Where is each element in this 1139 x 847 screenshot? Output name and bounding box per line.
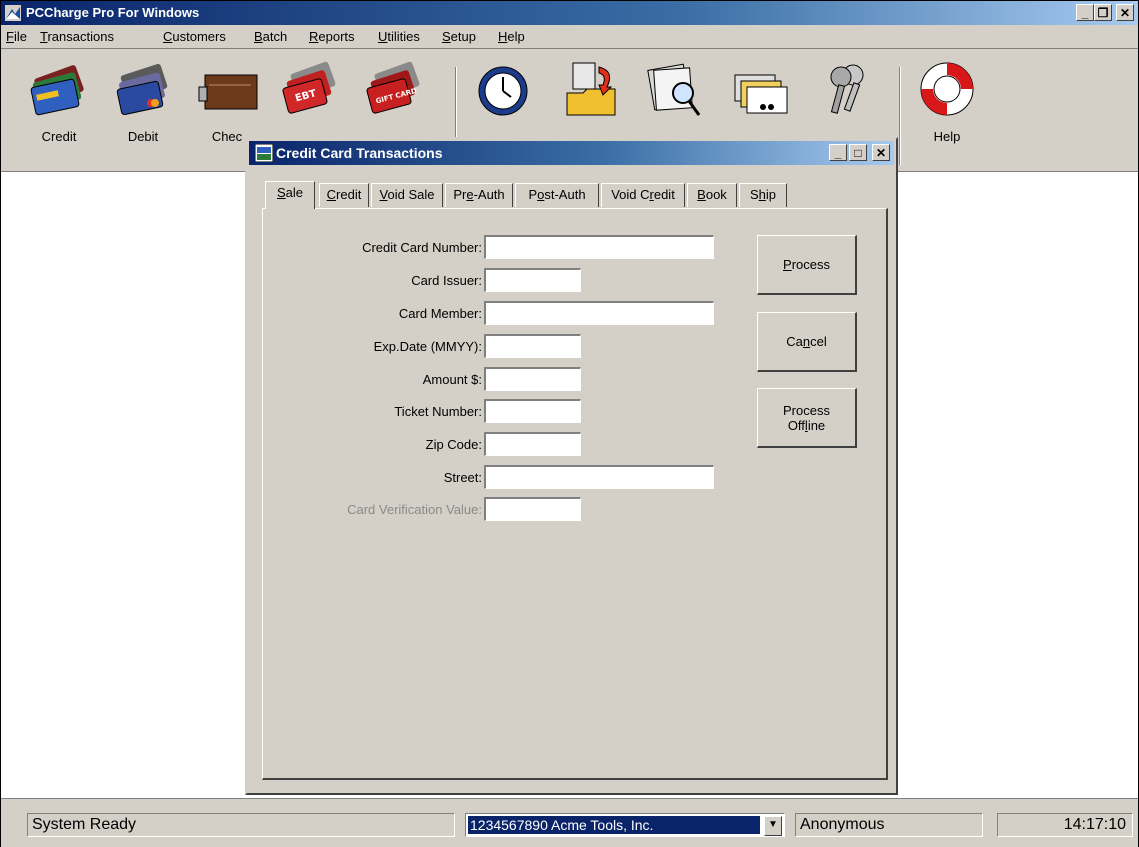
restore-button[interactable]: ❐ — [1094, 4, 1112, 21]
status-user: Anonymous — [795, 813, 983, 837]
ticket-number-label: Ticket Number: — [394, 404, 482, 419]
menu-batch[interactable]: Batch — [254, 29, 287, 44]
card-number-input[interactable] — [484, 235, 714, 259]
toolbar-debit-button[interactable]: Debit — [101, 49, 185, 149]
tab-void-sale[interactable]: Void Sale — [371, 183, 443, 207]
menu-utilities[interactable]: Utilities — [378, 29, 420, 44]
sale-tab-panel: Credit Card Number: Card Issuer: Card Me… — [262, 208, 888, 780]
cvv-label: Card Verification Value: — [347, 502, 482, 517]
lifebuoy-icon — [920, 62, 974, 116]
toolbar-help-button[interactable]: Help — [905, 49, 989, 149]
dialog-app-icon — [255, 144, 273, 162]
report-magnifier-icon — [647, 63, 701, 116]
clock-icon — [478, 66, 528, 116]
exp-date-input[interactable] — [484, 334, 581, 358]
dialog-close-button[interactable]: ✕ — [872, 144, 890, 161]
menu-reports[interactable]: Reports — [309, 29, 355, 44]
toolbar-clock-button[interactable] — [461, 49, 545, 149]
status-bar: System Ready 1234567890 Acme Tools, Inc.… — [1, 798, 1138, 847]
ticket-number-input[interactable] — [484, 399, 581, 423]
merchant-select[interactable]: 1234567890 Acme Tools, Inc. ▼ — [465, 813, 785, 837]
dialog-minimize-button[interactable]: _ — [829, 144, 847, 161]
menu-transactions[interactable]: Transactions — [40, 29, 114, 44]
card-member-label: Card Member: — [398, 306, 482, 321]
toolbar-security-button[interactable] — [801, 49, 885, 149]
amount-label: Amount $: — [422, 372, 482, 387]
credit-cards-icon — [30, 65, 84, 116]
card-files-icon — [734, 74, 788, 114]
zip-code-label: Zip Code: — [425, 437, 482, 452]
toolbar-reports-button[interactable] — [633, 49, 717, 149]
pccharge-logo-icon — [5, 5, 21, 21]
toolbar-debit-label: Debit — [127, 129, 159, 144]
close-icon: ✕ — [1119, 6, 1131, 20]
restore-icon: ❐ — [1097, 6, 1109, 20]
minimize-icon: _ — [834, 146, 842, 160]
tab-ship[interactable]: Ship — [739, 183, 787, 207]
card-member-input[interactable] — [484, 301, 714, 325]
street-label: Street: — [443, 470, 482, 485]
zip-code-input[interactable] — [484, 432, 581, 456]
menu-file[interactable]: File — [6, 29, 27, 44]
minimize-button[interactable]: _ — [1076, 4, 1094, 21]
app-title-bar[interactable]: PCCharge Pro For Windows _ ❐ ✕ — [1, 1, 1138, 25]
toolbar-customers-button[interactable] — [717, 49, 801, 149]
toolbar-ebt-button[interactable]: EBT — [269, 49, 353, 149]
dialog-title: Credit Card Transactions — [276, 145, 443, 161]
toolbar-giftcard-button[interactable]: GIFT CARD — [353, 49, 437, 149]
dialog-title-bar[interactable]: Credit Card Transactions _ □ ✕ — [249, 141, 894, 165]
tab-post-auth[interactable]: Post-Auth — [515, 183, 599, 207]
toolbar-credit-button[interactable]: Credit — [17, 49, 101, 149]
dialog-maximize-button[interactable]: □ — [849, 144, 867, 161]
toolbar-batch-button[interactable] — [549, 49, 633, 149]
menu-help[interactable]: Help — [498, 29, 525, 44]
amount-input[interactable] — [484, 367, 581, 391]
keys-icon — [830, 64, 864, 114]
tab-credit[interactable]: Credit — [319, 183, 369, 207]
maximize-icon: □ — [854, 146, 862, 160]
ebt-cards-icon: EBT — [282, 61, 336, 114]
process-button[interactable]: Process — [757, 235, 857, 295]
app-title: PCCharge Pro For Windows — [26, 5, 200, 20]
main-window: PCCharge Pro For Windows _ ❐ ✕ File Tran… — [0, 0, 1139, 847]
merchant-select-value: 1234567890 Acme Tools, Inc. — [468, 816, 760, 834]
chevron-down-icon[interactable]: ▼ — [764, 816, 782, 836]
process-offline-button[interactable]: Process Offline — [757, 388, 857, 448]
menu-customers[interactable]: Customers — [163, 29, 226, 44]
tab-sale[interactable]: Sale — [265, 181, 315, 209]
tab-void-credit[interactable]: Void Credit — [601, 183, 685, 207]
gift-cards-icon: GIFT CARD — [366, 61, 420, 114]
tab-pre-auth[interactable]: Pre-Auth — [445, 183, 513, 207]
close-icon: ✕ — [875, 146, 887, 160]
street-input[interactable] — [484, 465, 714, 489]
exp-date-label: Exp.Date (MMYY): — [373, 339, 482, 354]
close-button[interactable]: ✕ — [1116, 4, 1134, 21]
bankcards-icon — [116, 63, 168, 116]
toolbar-check-button[interactable]: Chec — [185, 49, 269, 149]
checkbook-icon — [198, 74, 258, 110]
minimize-icon: _ — [1081, 6, 1089, 20]
toolbar-separator — [899, 67, 901, 165]
toolbar-help-label: Help — [933, 129, 961, 144]
cvv-input[interactable] — [484, 497, 581, 521]
status-message: System Ready — [27, 813, 455, 837]
card-number-label: Credit Card Number: — [362, 240, 482, 255]
card-issuer-label: Card Issuer: — [411, 273, 482, 288]
cancel-button[interactable]: Cancel — [757, 312, 857, 372]
menu-setup[interactable]: Setup — [442, 29, 476, 44]
credit-card-dialog: Credit Card Transactions _ □ ✕ Sale Cred… — [245, 137, 898, 795]
status-time: 14:17:10 — [997, 813, 1133, 837]
tab-book[interactable]: Book — [687, 183, 737, 207]
toolbar-credit-label: Credit — [41, 129, 77, 144]
card-issuer-input[interactable] — [484, 268, 581, 292]
menu-bar: File Transactions Customers Batch Report… — [1, 25, 1138, 49]
folder-batch-icon — [566, 62, 616, 116]
